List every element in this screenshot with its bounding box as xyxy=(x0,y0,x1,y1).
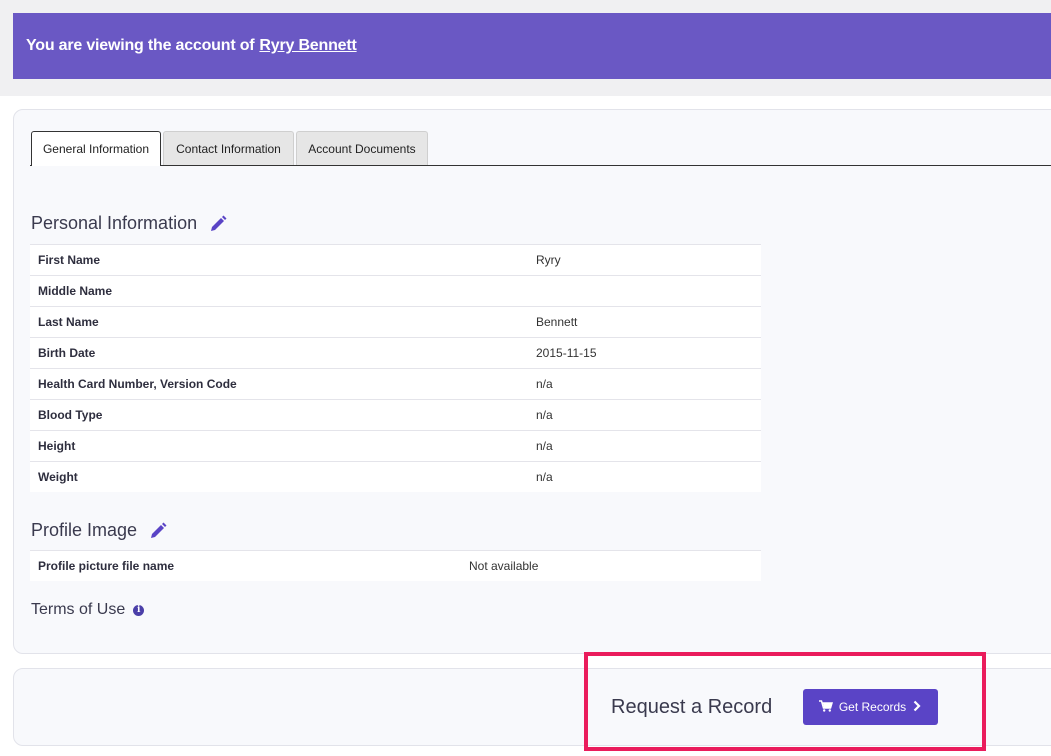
get-records-button[interactable]: Get Records xyxy=(803,689,938,725)
tab-contact-information[interactable]: Contact Information xyxy=(163,131,294,165)
get-records-label: Get Records xyxy=(838,700,907,714)
terms-of-use-heading: Terms of Use i xyxy=(31,601,145,619)
account-banner: You are viewing the account of Ryry Benn… xyxy=(13,13,1051,79)
table-row: Birth Date 2015-11-15 xyxy=(30,337,761,368)
profile-image-heading: Profile Image xyxy=(31,520,167,541)
row-value: Bennett xyxy=(536,315,578,329)
row-value: n/a xyxy=(536,439,553,453)
request-record-title: Request a Record xyxy=(611,696,773,718)
personal-information-title: Personal Information xyxy=(31,213,198,233)
row-value: Not available xyxy=(469,559,539,573)
row-label: Weight xyxy=(38,470,78,484)
cart-icon xyxy=(818,699,833,715)
row-label: Middle Name xyxy=(38,284,113,298)
profile-image-title: Profile Image xyxy=(31,520,138,540)
tab-general-information[interactable]: General Information xyxy=(31,131,161,166)
tab-account-documents[interactable]: Account Documents xyxy=(296,131,428,165)
table-row: Blood Type n/a xyxy=(30,399,761,430)
info-icon[interactable]: i xyxy=(133,604,145,616)
row-label: Birth Date xyxy=(38,346,96,360)
terms-of-use-title: Terms of Use xyxy=(31,601,126,618)
row-label: Height xyxy=(38,439,76,453)
personal-information-table: First Name Ryry Middle Name Last Name Be… xyxy=(30,244,761,492)
personal-information-heading: Personal Information xyxy=(31,213,227,234)
row-label: Last Name xyxy=(38,315,99,329)
row-value: Ryry xyxy=(536,253,561,267)
profile-image-table: Profile picture file name Not available xyxy=(30,550,761,581)
pencil-icon[interactable] xyxy=(149,522,167,540)
table-row: Profile picture file name Not available xyxy=(30,550,761,581)
table-row: Health Card Number, Version Code n/a xyxy=(30,368,761,399)
banner-text: You are viewing the account of xyxy=(26,37,255,54)
table-row: First Name Ryry xyxy=(30,244,761,275)
row-label: Profile picture file name xyxy=(38,559,175,573)
account-name-link[interactable]: Ryry Bennett xyxy=(259,37,356,55)
row-value: 2015-11-15 xyxy=(536,346,597,360)
pencil-icon[interactable] xyxy=(209,215,227,233)
row-label: Health Card Number, Version Code xyxy=(38,377,237,391)
table-row: Last Name Bennett xyxy=(30,306,761,337)
row-label: Blood Type xyxy=(38,408,103,422)
tabs-divider xyxy=(30,165,1051,166)
row-value: n/a xyxy=(536,408,553,422)
table-row: Middle Name xyxy=(30,275,761,306)
row-value: n/a xyxy=(536,377,553,391)
table-row: Height n/a xyxy=(30,430,761,461)
table-row: Weight n/a xyxy=(30,461,761,492)
row-value: n/a xyxy=(536,470,553,484)
chevron-right-icon xyxy=(912,700,922,715)
row-label: First Name xyxy=(38,253,101,267)
